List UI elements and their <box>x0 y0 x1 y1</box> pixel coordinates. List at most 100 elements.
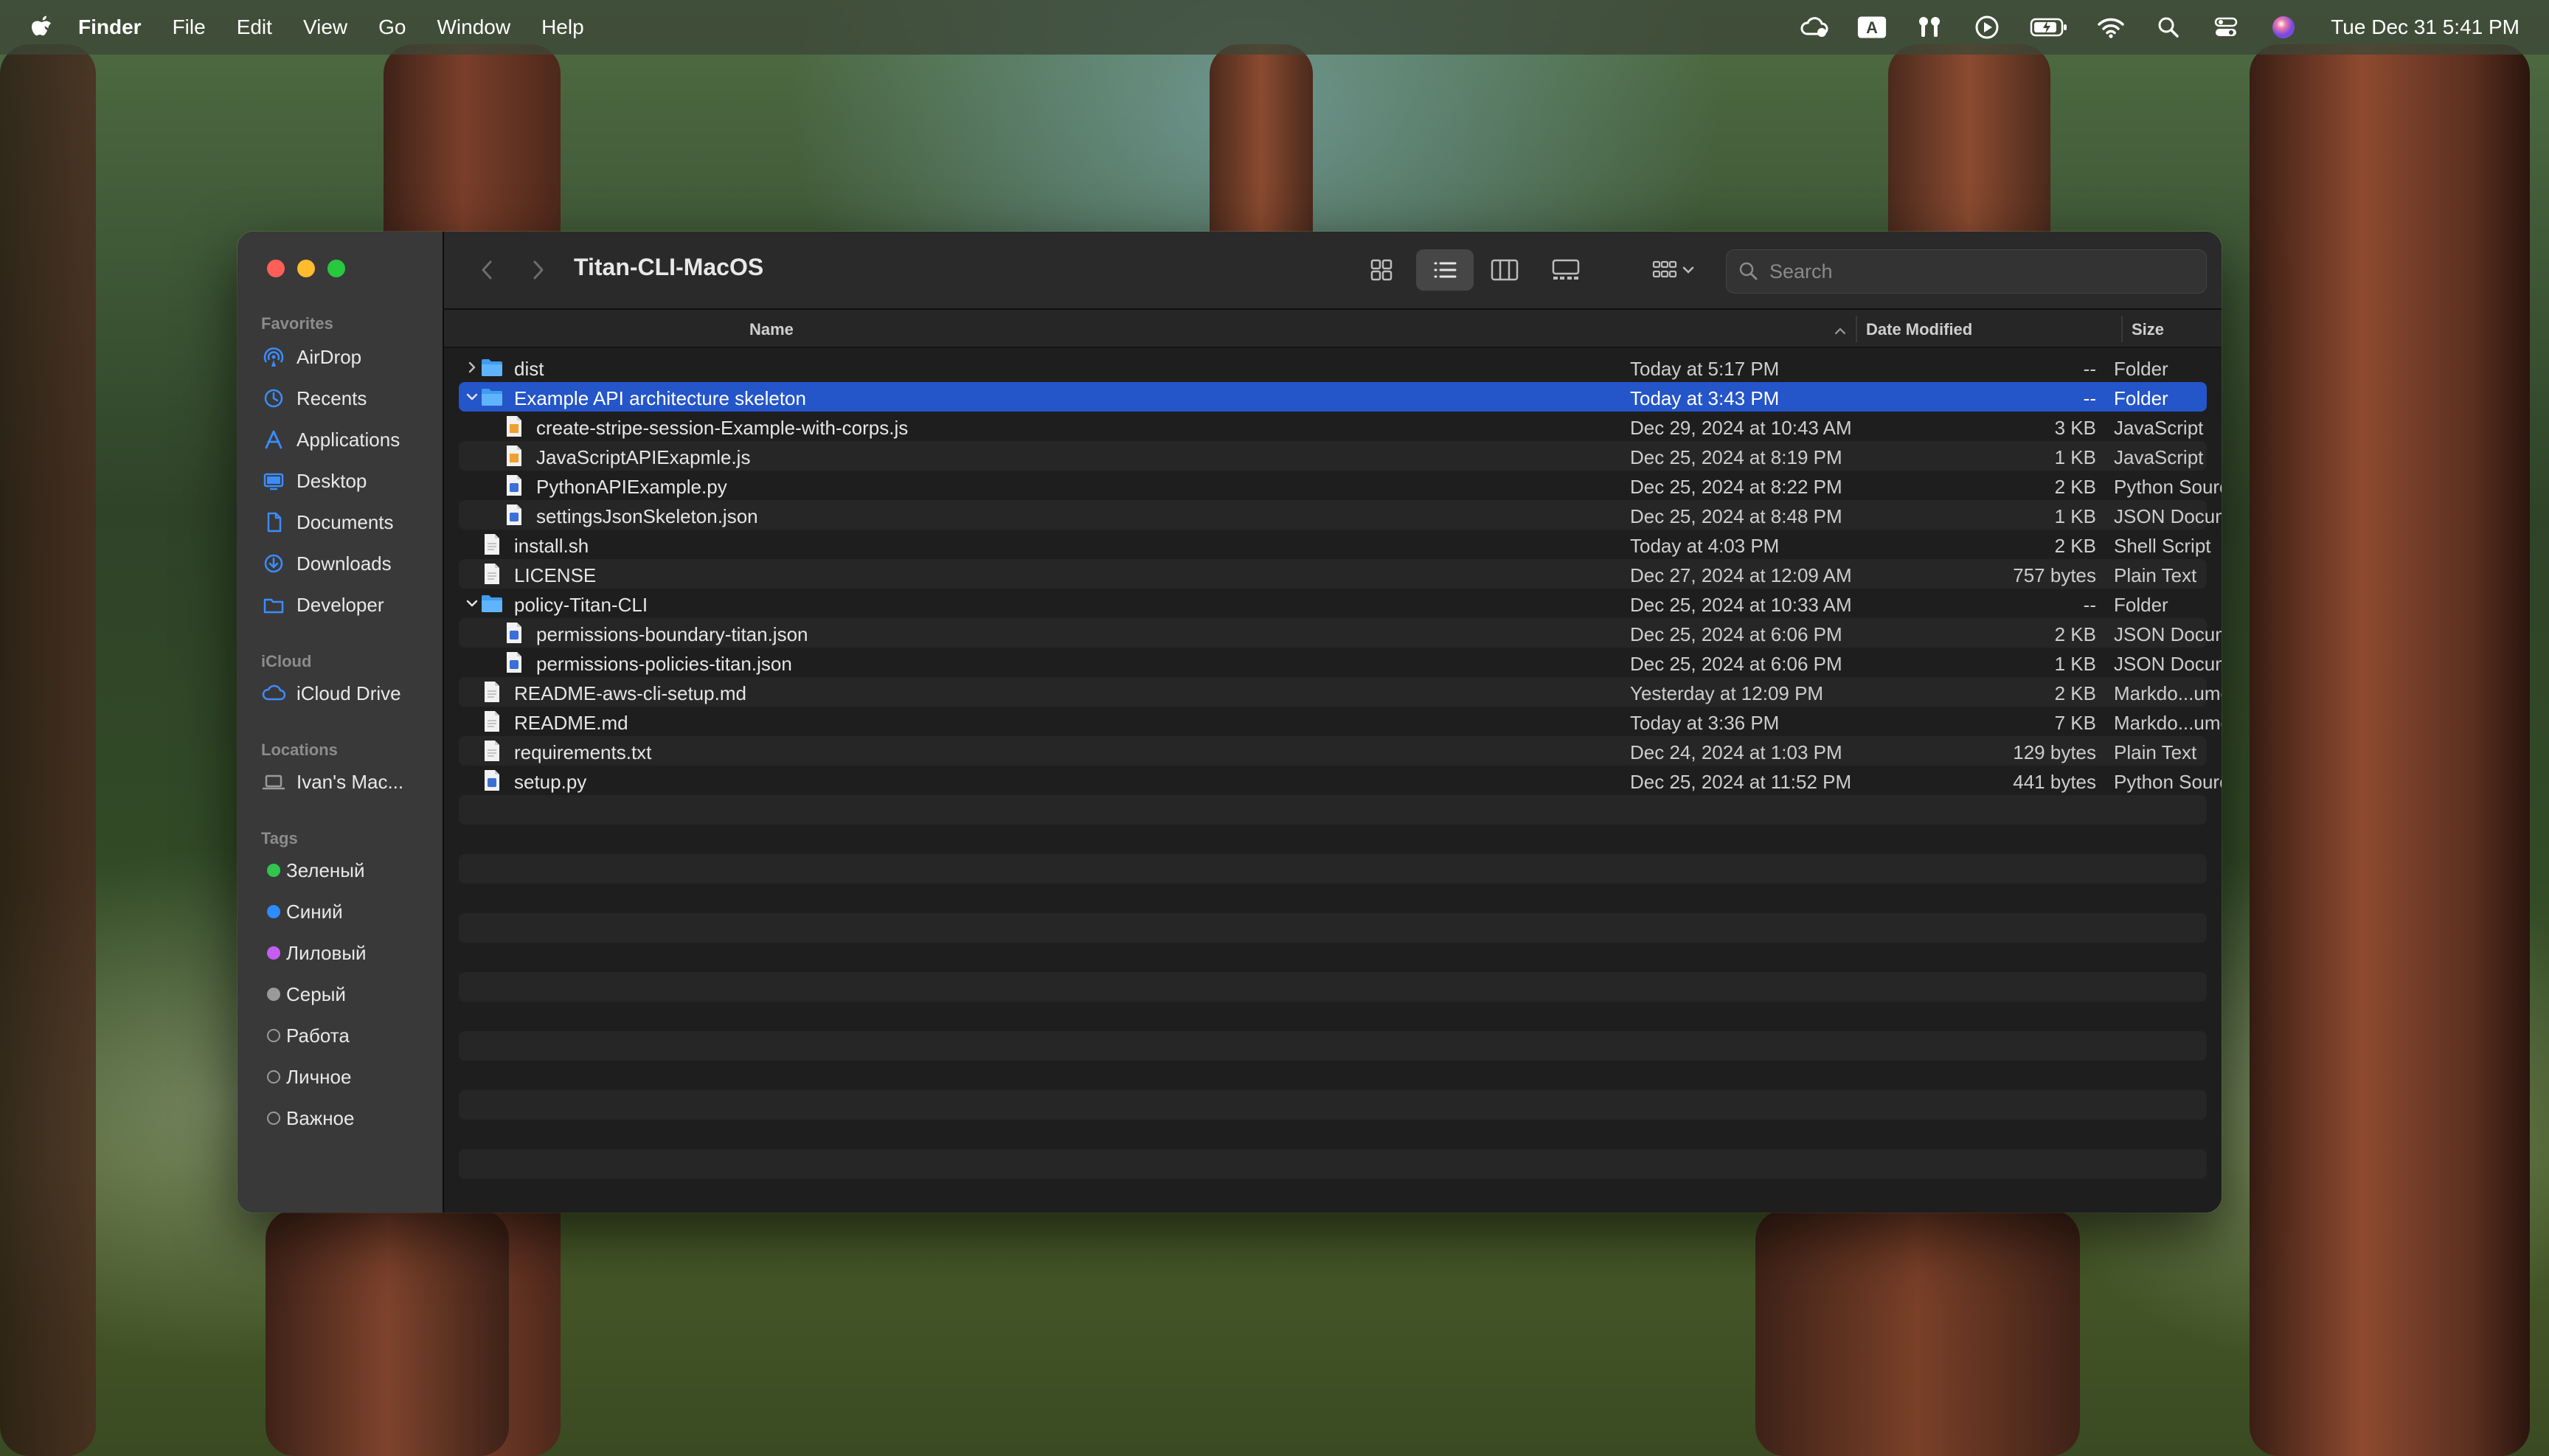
battery-icon[interactable] <box>2030 13 2068 42</box>
gallery-view-button[interactable] <box>1537 249 1595 291</box>
file-row[interactable]: install.sh Today at 4:03 PM 2 KB Shell Scri… <box>459 530 2211 559</box>
file-row[interactable]: LICENSE Dec 27, 2024 at 12:09 AM 757 bytes… <box>459 559 2207 589</box>
empty-row <box>459 1090 2207 1120</box>
column-name[interactable]: Name <box>749 320 794 339</box>
zoom-window-button[interactable] <box>327 260 345 277</box>
file-size: 2 KB <box>2054 535 2096 557</box>
close-window-button[interactable] <box>267 260 285 277</box>
file-size: 1 KB <box>2054 653 2096 675</box>
tree-trunk <box>1755 1210 2080 1456</box>
apple-icon[interactable] <box>27 11 56 44</box>
menu-view[interactable]: View <box>303 15 347 39</box>
sidebar-item-airdrop[interactable]: AirDrop <box>261 339 438 375</box>
file-row[interactable]: settingsJsonSkeleton.json Dec 25, 2024 at… <box>459 500 2222 530</box>
sidebar-tag-important[interactable]: Важное <box>261 1100 438 1136</box>
control-center-icon[interactable] <box>2211 13 2241 42</box>
column-size[interactable]: Size <box>2132 320 2164 339</box>
search-field[interactable] <box>1726 249 2207 294</box>
sidebar-item-label: Работа <box>286 1024 350 1047</box>
file-row[interactable]: PythonAPIExample.py Dec 25, 2024 at 8:22 … <box>459 471 2222 500</box>
menu-finder[interactable]: Finder <box>78 15 142 39</box>
spotlight-search-icon[interactable] <box>2154 13 2183 42</box>
file-size: 1 KB <box>2054 446 2096 468</box>
cloud-sync-icon[interactable] <box>1800 13 1829 42</box>
file-size: 7 KB <box>2054 712 2096 734</box>
tag-color-dot <box>267 864 280 877</box>
sidebar-item-recents[interactable]: Recents <box>261 381 438 416</box>
sidebar-tag-personal[interactable]: Личное <box>261 1059 438 1095</box>
file-size: 129 bytes <box>2013 741 2096 763</box>
sidebar-item-label: Лиловый <box>286 941 367 964</box>
menu-file[interactable]: File <box>173 15 206 39</box>
column-divider[interactable] <box>2121 316 2123 342</box>
file-list: dist Today at 5:17 PM -- Folder Example API … <box>459 353 2222 1179</box>
icon-view-button[interactable] <box>1356 249 1407 291</box>
column-view-button[interactable] <box>1477 249 1533 291</box>
file-row[interactable]: README.md Today at 3:36 PM 7 KB Markdo...um… <box>459 707 2222 736</box>
wifi-icon[interactable] <box>2096 13 2126 42</box>
file-row[interactable]: permissions-policies-titan.json Dec 25, 2… <box>459 648 2222 677</box>
file-row[interactable]: dist Today at 5:17 PM -- Folder <box>459 353 2207 382</box>
tag-color-dot <box>267 988 280 1001</box>
file-name: permissions-policies-titan.json <box>536 653 792 675</box>
airdrop-icon <box>261 344 286 370</box>
disclosure-expanded-icon[interactable] <box>463 594 481 612</box>
file-row[interactable]: create-stripe-session-Example-with-corps… <box>459 412 2207 441</box>
sidebar-tag-green[interactable]: Зеленый <box>261 853 438 888</box>
menu-bar: Finder File Edit View Go Window Help A A <box>0 0 2549 55</box>
file-row[interactable]: Example API architecture skeleton Today a… <box>459 382 2207 412</box>
play-icon[interactable] <box>1972 13 2002 42</box>
sidebar-item-desktop[interactable]: Desktop <box>261 463 438 499</box>
file-date-modified: Yesterday at 12:09 PM <box>1630 682 1824 704</box>
tag-color-dot <box>267 905 280 918</box>
sidebar-item-label: Developer <box>296 593 384 616</box>
sidebar-item-developer[interactable]: Developer <box>261 587 438 623</box>
disclosure-expanded-icon[interactable] <box>463 388 481 406</box>
sidebar-item-documents[interactable]: Documents <box>261 505 438 540</box>
file-row[interactable]: README-aws-cli-setup.md Yesterday at 12:0… <box>459 677 2222 707</box>
file-row[interactable]: policy-Titan-CLI Dec 25, 2024 at 10:33 AM… <box>459 589 2207 618</box>
folder-icon <box>481 386 503 408</box>
menu-window[interactable]: Window <box>437 15 510 39</box>
sidebar-tag-work[interactable]: Работа <box>261 1018 438 1053</box>
file-row[interactable]: setup.py Dec 25, 2024 at 11:52 PM 441 byte… <box>459 766 2222 795</box>
sidebar-item-label: Синий <box>286 900 343 923</box>
file-row[interactable]: JavaScriptAPIExapmle.js Dec 25, 2024 at 8… <box>459 441 2207 471</box>
file-size: 2 KB <box>2054 682 2096 704</box>
search-input[interactable] <box>1768 259 2184 284</box>
empty-row <box>459 1002 2207 1031</box>
menu-edit[interactable]: Edit <box>237 15 272 39</box>
disclosure-collapsed-icon[interactable] <box>463 358 481 376</box>
airpods-icon[interactable] <box>1915 13 1944 42</box>
file-kind: Folder <box>2114 594 2168 616</box>
menu-go[interactable]: Go <box>378 15 406 39</box>
menu-clock[interactable]: Tue Dec 31 5:41 PM <box>2331 15 2519 39</box>
file-kind: Markdo...ument <box>2114 682 2222 704</box>
back-button[interactable] <box>471 254 503 286</box>
column-date-modified[interactable]: Date Modified <box>1866 320 1972 339</box>
file-row[interactable]: requirements.txt Dec 24, 2024 at 1:03 PM 1… <box>459 736 2207 766</box>
document-icon <box>261 510 286 535</box>
sidebar-section-favorites: Favorites <box>261 314 333 333</box>
javascript-file-icon <box>503 415 525 437</box>
tag-color-dot <box>267 946 280 960</box>
sidebar-tag-gray[interactable]: Серый <box>261 977 438 1012</box>
sidebar-item-applications[interactable]: Applications <box>261 422 438 457</box>
sidebar-tag-purple[interactable]: Лиловый <box>261 935 438 971</box>
list-view-button[interactable] <box>1416 249 1474 291</box>
forward-button[interactable] <box>522 254 555 286</box>
file-row[interactable]: permissions-boundary-titan.json Dec 25, 2… <box>459 618 2222 648</box>
minimize-window-button[interactable] <box>297 260 315 277</box>
siri-icon[interactable] <box>2269 13 2298 42</box>
menu-help[interactable]: Help <box>541 15 584 39</box>
sidebar-item-downloads[interactable]: Downloads <box>261 546 438 581</box>
sort-ascending-icon <box>1834 322 1847 341</box>
sidebar-item-mac[interactable]: Ivan's Mac... <box>261 764 438 800</box>
code-file-icon <box>503 474 525 496</box>
sidebar-item-icloud-drive[interactable]: iCloud Drive <box>261 676 438 711</box>
column-divider[interactable] <box>1856 316 1857 342</box>
file-size: 2 KB <box>2054 476 2096 498</box>
input-source-icon[interactable]: A A <box>1857 13 1887 42</box>
group-by-button[interactable] <box>1640 249 1707 291</box>
sidebar-tag-blue[interactable]: Синий <box>261 894 438 929</box>
